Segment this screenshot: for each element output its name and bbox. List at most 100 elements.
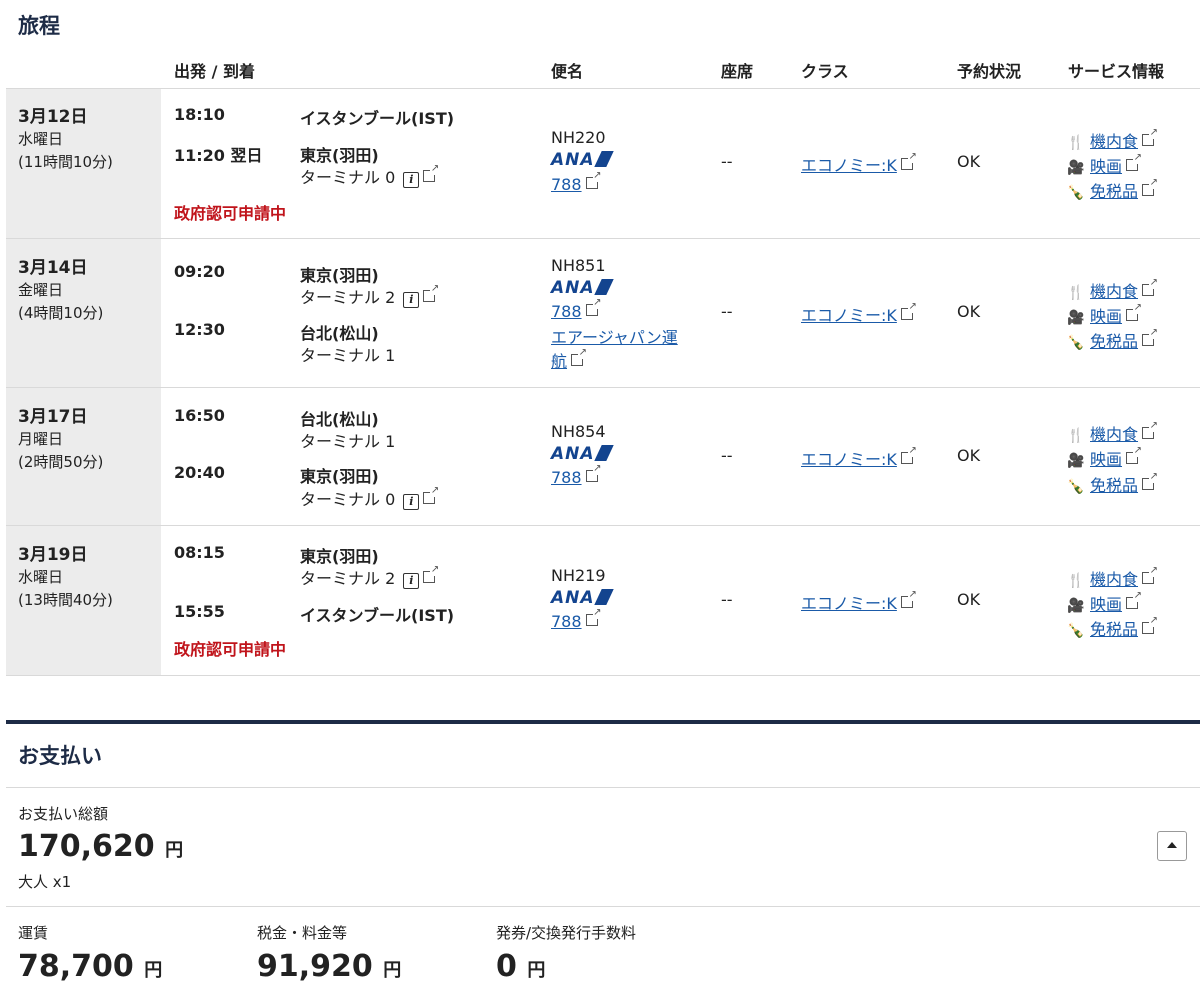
service-movie[interactable]: 🎥 映画 <box>1066 445 1142 470</box>
class-label[interactable]: エコノミー:K <box>801 594 897 613</box>
external-link-icon <box>571 347 587 366</box>
aircraft-link[interactable]: 788 <box>551 463 602 487</box>
service-meal[interactable]: 🍴 機内食 <box>1066 565 1158 590</box>
payment-title: お支払い <box>18 744 102 768</box>
aircraft-label[interactable]: 788 <box>551 468 582 487</box>
service-movie-label[interactable]: 映画 <box>1090 307 1122 326</box>
class-link[interactable]: エコノミー:K <box>801 301 917 326</box>
header-flight: 便名 <box>551 62 584 81</box>
divider <box>6 906 1200 907</box>
header-route: 出発 / 到着 <box>174 62 255 81</box>
fee-label: 発券/交換発行手数料 <box>496 924 637 942</box>
service-meal-label[interactable]: 機内食 <box>1090 282 1138 301</box>
external-link-icon <box>1142 615 1158 634</box>
payment-section-bar <box>6 720 1200 724</box>
service-dutyfree[interactable]: 🍾 免税品 <box>1066 177 1158 202</box>
external-link-icon <box>1126 302 1142 321</box>
header-status: 予約状況 <box>957 62 1022 81</box>
service-meal-label[interactable]: 機内食 <box>1090 132 1138 151</box>
operator-label[interactable]: 航 <box>551 352 567 371</box>
service-dutyfree[interactable]: 🍾 免税品 <box>1066 615 1158 640</box>
external-link-icon <box>1142 327 1158 346</box>
service-dutyfree-label[interactable]: 免税品 <box>1090 332 1138 351</box>
aircraft-link[interactable]: 788 <box>551 607 602 631</box>
booking-status: OK <box>957 446 981 465</box>
external-link-icon[interactable] <box>423 163 439 182</box>
divider <box>6 88 1200 89</box>
segment-duration: (4時間10分) <box>18 304 104 322</box>
header-seat: 座席 <box>721 62 754 81</box>
class-link[interactable]: エコノミー:K <box>801 445 917 470</box>
service-movie[interactable]: 🎥 映画 <box>1066 302 1142 327</box>
collapse-button[interactable] <box>1157 831 1187 861</box>
service-movie[interactable]: 🎥 映画 <box>1066 152 1142 177</box>
fare-amount: 78,700 円 <box>18 949 163 984</box>
aircraft-label[interactable]: 788 <box>551 612 582 631</box>
external-link-icon <box>585 297 602 316</box>
service-meal[interactable]: 🍴 機内食 <box>1066 420 1158 445</box>
segment-weekday: 水曜日 <box>18 130 64 148</box>
aircraft-label[interactable]: 788 <box>551 302 582 321</box>
class-label[interactable]: エコノミー:K <box>801 450 897 469</box>
external-link-icon <box>585 170 602 189</box>
booking-status: OK <box>957 590 981 609</box>
service-meal[interactable]: 🍴 機内食 <box>1066 277 1158 302</box>
service-meal-label[interactable]: 機内食 <box>1090 425 1138 444</box>
operator-label[interactable]: エアージャパン運 <box>551 328 678 347</box>
booking-status: OK <box>957 302 981 321</box>
segment-date: 3月19日 <box>18 545 88 565</box>
class-label[interactable]: エコノミー:K <box>801 306 897 325</box>
external-link-icon[interactable] <box>423 485 439 504</box>
info-icon[interactable]: i <box>403 494 420 510</box>
ana-logo: ANA <box>551 444 614 464</box>
operator-link-line1[interactable]: エアージャパン運 <box>551 324 678 348</box>
segment-date: 3月14日 <box>18 258 88 278</box>
total-amount: 170,620 円 <box>18 829 184 864</box>
service-dutyfree-label[interactable]: 免税品 <box>1090 476 1138 495</box>
service-movie-label[interactable]: 映画 <box>1090 595 1122 614</box>
ana-logo: ANA <box>551 150 614 170</box>
class-link[interactable]: エコノミー:K <box>801 151 917 176</box>
service-dutyfree[interactable]: 🍾 免税品 <box>1066 327 1158 352</box>
service-meal-label[interactable]: 機内食 <box>1090 570 1138 589</box>
departure-terminal: ターミナル 1 <box>300 432 396 451</box>
service-dutyfree-label[interactable]: 免税品 <box>1090 182 1138 201</box>
external-link-icon <box>1126 152 1142 171</box>
service-movie-label[interactable]: 映画 <box>1090 450 1122 469</box>
external-link-icon[interactable] <box>423 564 439 583</box>
class-link[interactable]: エコノミー:K <box>801 589 917 614</box>
segment-date: 3月17日 <box>18 407 88 427</box>
segment-weekday: 月曜日 <box>18 430 64 448</box>
bottle-icon: 🍾 <box>1067 623 1085 639</box>
departure-time: 09:20 <box>174 262 225 281</box>
operator-link-line2[interactable]: 航 <box>551 347 587 372</box>
class-label[interactable]: エコノミー:K <box>801 156 897 175</box>
divider <box>6 675 1200 676</box>
arrival-time: 15:55 <box>174 602 225 621</box>
aircraft-link[interactable]: 788 <box>551 297 602 321</box>
service-dutyfree-label[interactable]: 免税品 <box>1090 620 1138 639</box>
service-meal[interactable]: 🍴 機内食 <box>1066 127 1158 152</box>
seat-value: -- <box>721 302 733 321</box>
external-link-icon <box>900 151 917 170</box>
header-service: サービス情報 <box>1068 62 1165 81</box>
flight-number: NH220 <box>551 128 606 147</box>
service-movie[interactable]: 🎥 映画 <box>1066 590 1142 615</box>
service-movie-label[interactable]: 映画 <box>1090 157 1122 176</box>
segment-date: 3月12日 <box>18 107 88 127</box>
tax-label: 税金・料金等 <box>257 924 348 942</box>
approval-note: 政府認可申請中 <box>174 640 287 659</box>
aircraft-link[interactable]: 788 <box>551 170 602 194</box>
arrival-city: イスタンブール(IST) <box>300 606 455 625</box>
approval-note: 政府認可申請中 <box>174 204 287 223</box>
service-dutyfree[interactable]: 🍾 免税品 <box>1066 471 1158 496</box>
external-link-icon[interactable] <box>423 283 439 302</box>
departure-city: イスタンブール(IST) <box>300 109 455 128</box>
info-icon[interactable]: i <box>403 172 420 188</box>
seat-value: -- <box>721 152 733 171</box>
segment-weekday: 金曜日 <box>18 281 64 299</box>
fork-knife-icon: 🍴 <box>1067 573 1085 589</box>
info-icon[interactable]: i <box>403 292 420 308</box>
info-icon[interactable]: i <box>403 573 420 589</box>
aircraft-label[interactable]: 788 <box>551 175 582 194</box>
